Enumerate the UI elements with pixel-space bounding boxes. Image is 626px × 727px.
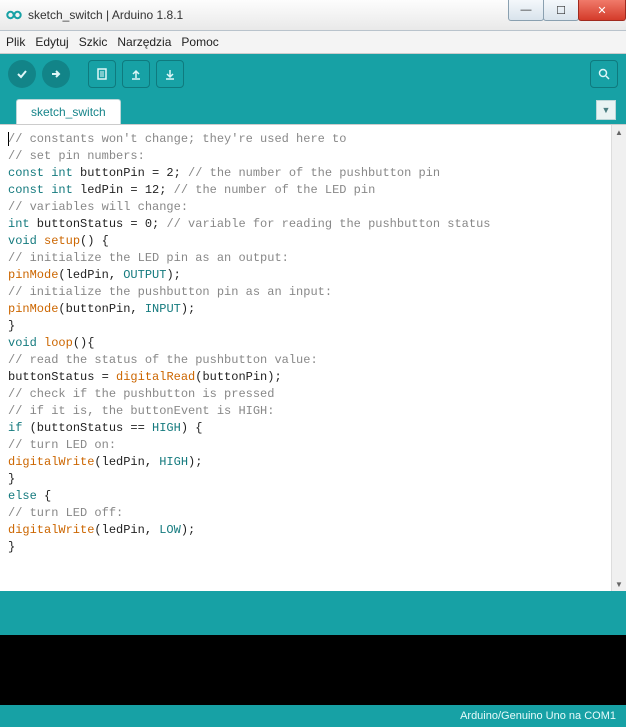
- tab-menu-button[interactable]: ▼: [596, 100, 616, 120]
- menu-file[interactable]: Plik: [6, 35, 25, 49]
- code-line[interactable]: // if it is, the buttonEvent is HIGH:: [8, 403, 607, 420]
- maximize-button[interactable]: ☐: [543, 0, 579, 21]
- sketch-tab[interactable]: sketch_switch: [16, 99, 121, 124]
- code-line[interactable]: buttonStatus = digitalRead(buttonPin);: [8, 369, 607, 386]
- code-line[interactable]: // variables will change:: [8, 199, 607, 216]
- scroll-up-icon[interactable]: ▲: [612, 125, 626, 139]
- code-line[interactable]: // set pin numbers:: [8, 148, 607, 165]
- code-line[interactable]: void setup() {: [8, 233, 607, 250]
- code-line[interactable]: else {: [8, 488, 607, 505]
- code-line[interactable]: void loop(){: [8, 335, 607, 352]
- code-line[interactable]: digitalWrite(ledPin, LOW);: [8, 522, 607, 539]
- editor-area: // constants won't change; they're used …: [0, 124, 626, 591]
- menu-sketch[interactable]: Szkic: [79, 35, 108, 49]
- code-line[interactable]: // read the status of the pushbutton val…: [8, 352, 607, 369]
- menubar: Plik Edytuj Szkic Narzędzia Pomoc: [0, 31, 626, 54]
- titlebar[interactable]: sketch_switch | Arduino 1.8.1 — ☐ ✕: [0, 0, 626, 31]
- arduino-icon: [6, 9, 22, 21]
- console[interactable]: [0, 635, 626, 705]
- new-button[interactable]: [88, 60, 116, 88]
- code-line[interactable]: }: [8, 471, 607, 488]
- code-line[interactable]: pinMode(buttonPin, INPUT);: [8, 301, 607, 318]
- code-line[interactable]: const int buttonPin = 2; // the number o…: [8, 165, 607, 182]
- status-bar: Arduino/Genuino Uno na COM1: [0, 705, 626, 727]
- verify-button[interactable]: [8, 60, 36, 88]
- code-line[interactable]: pinMode(ledPin, OUTPUT);: [8, 267, 607, 284]
- code-line[interactable]: if (buttonStatus == HIGH) {: [8, 420, 607, 437]
- tabbar: sketch_switch ▼: [0, 94, 626, 124]
- editor-scrollbar[interactable]: ▲ ▼: [611, 125, 626, 591]
- minimize-button[interactable]: —: [508, 0, 544, 21]
- save-button[interactable]: [156, 60, 184, 88]
- code-line[interactable]: const int ledPin = 12; // the number of …: [8, 182, 607, 199]
- board-port-status: Arduino/Genuino Uno na COM1: [460, 710, 616, 722]
- scroll-down-icon[interactable]: ▼: [612, 577, 626, 591]
- upload-button[interactable]: [42, 60, 70, 88]
- window-controls: — ☐ ✕: [509, 0, 626, 30]
- menu-tools[interactable]: Narzędzia: [117, 35, 171, 49]
- app-window: sketch_switch | Arduino 1.8.1 — ☐ ✕ Plik…: [0, 0, 626, 727]
- open-button[interactable]: [122, 60, 150, 88]
- close-button[interactable]: ✕: [578, 0, 626, 21]
- code-editor[interactable]: // constants won't change; they're used …: [0, 125, 611, 591]
- toolbar: [0, 54, 626, 94]
- window-title: sketch_switch | Arduino 1.8.1: [28, 8, 509, 22]
- code-line[interactable]: int buttonStatus = 0; // variable for re…: [8, 216, 607, 233]
- code-line[interactable]: // constants won't change; they're used …: [8, 131, 607, 148]
- serial-monitor-button[interactable]: [590, 60, 618, 88]
- code-line[interactable]: // turn LED off:: [8, 505, 607, 522]
- code-line[interactable]: digitalWrite(ledPin, HIGH);: [8, 454, 607, 471]
- code-line[interactable]: }: [8, 318, 607, 335]
- menu-help[interactable]: Pomoc: [181, 35, 218, 49]
- code-line[interactable]: // check if the pushbutton is pressed: [8, 386, 607, 403]
- code-line[interactable]: // initialize the pushbutton pin as an i…: [8, 284, 607, 301]
- code-line[interactable]: // initialize the LED pin as an output:: [8, 250, 607, 267]
- code-line[interactable]: }: [8, 539, 607, 556]
- message-bar: [0, 591, 626, 635]
- code-line[interactable]: // turn LED on:: [8, 437, 607, 454]
- menu-edit[interactable]: Edytuj: [35, 35, 68, 49]
